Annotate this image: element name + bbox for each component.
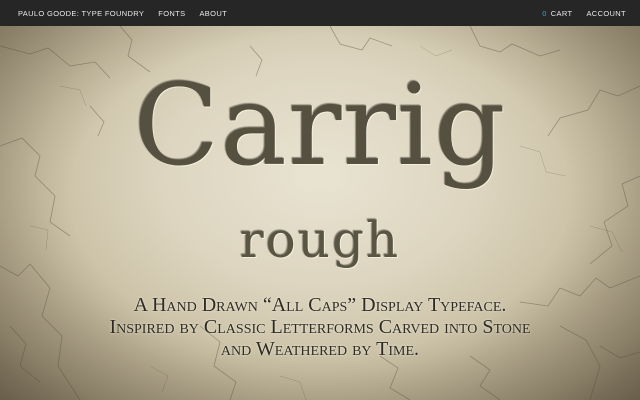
cart-count-badge: 0 [542, 8, 547, 18]
brand-link[interactable]: PAULO GOODE: TYPE FOUNDRY [18, 9, 144, 18]
typeface-title: Carrig [133, 61, 507, 191]
nav-left-group: PAULO GOODE: TYPE FOUNDRY FONTS ABOUT [18, 9, 241, 18]
tagline-line-2: Inspired by Classic Letterforms Carved i… [109, 316, 531, 338]
cart-link[interactable]: 0 CART [542, 9, 572, 18]
tagline-line-1: A Hand Drawn “All Caps” Display Typeface… [133, 294, 507, 316]
nav-right-group: 0 CART ACCOUNT [528, 9, 626, 18]
top-navigation-bar: PAULO GOODE: TYPE FOUNDRY FONTS ABOUT 0 … [0, 0, 640, 26]
hero-banner: Carrig rough A Hand Drawn “All Caps” Dis… [0, 26, 640, 400]
nav-about-link[interactable]: ABOUT [199, 9, 227, 18]
typeface-description: A Hand Drawn “All Caps” Display Typeface… [0, 294, 640, 360]
cart-label: CART [550, 8, 573, 18]
account-link[interactable]: ACCOUNT [586, 9, 626, 18]
nav-fonts-link[interactable]: FONTS [158, 9, 185, 18]
tagline-line-3: and Weathered by Time. [220, 338, 420, 360]
typeface-subtitle: rough [239, 211, 401, 269]
